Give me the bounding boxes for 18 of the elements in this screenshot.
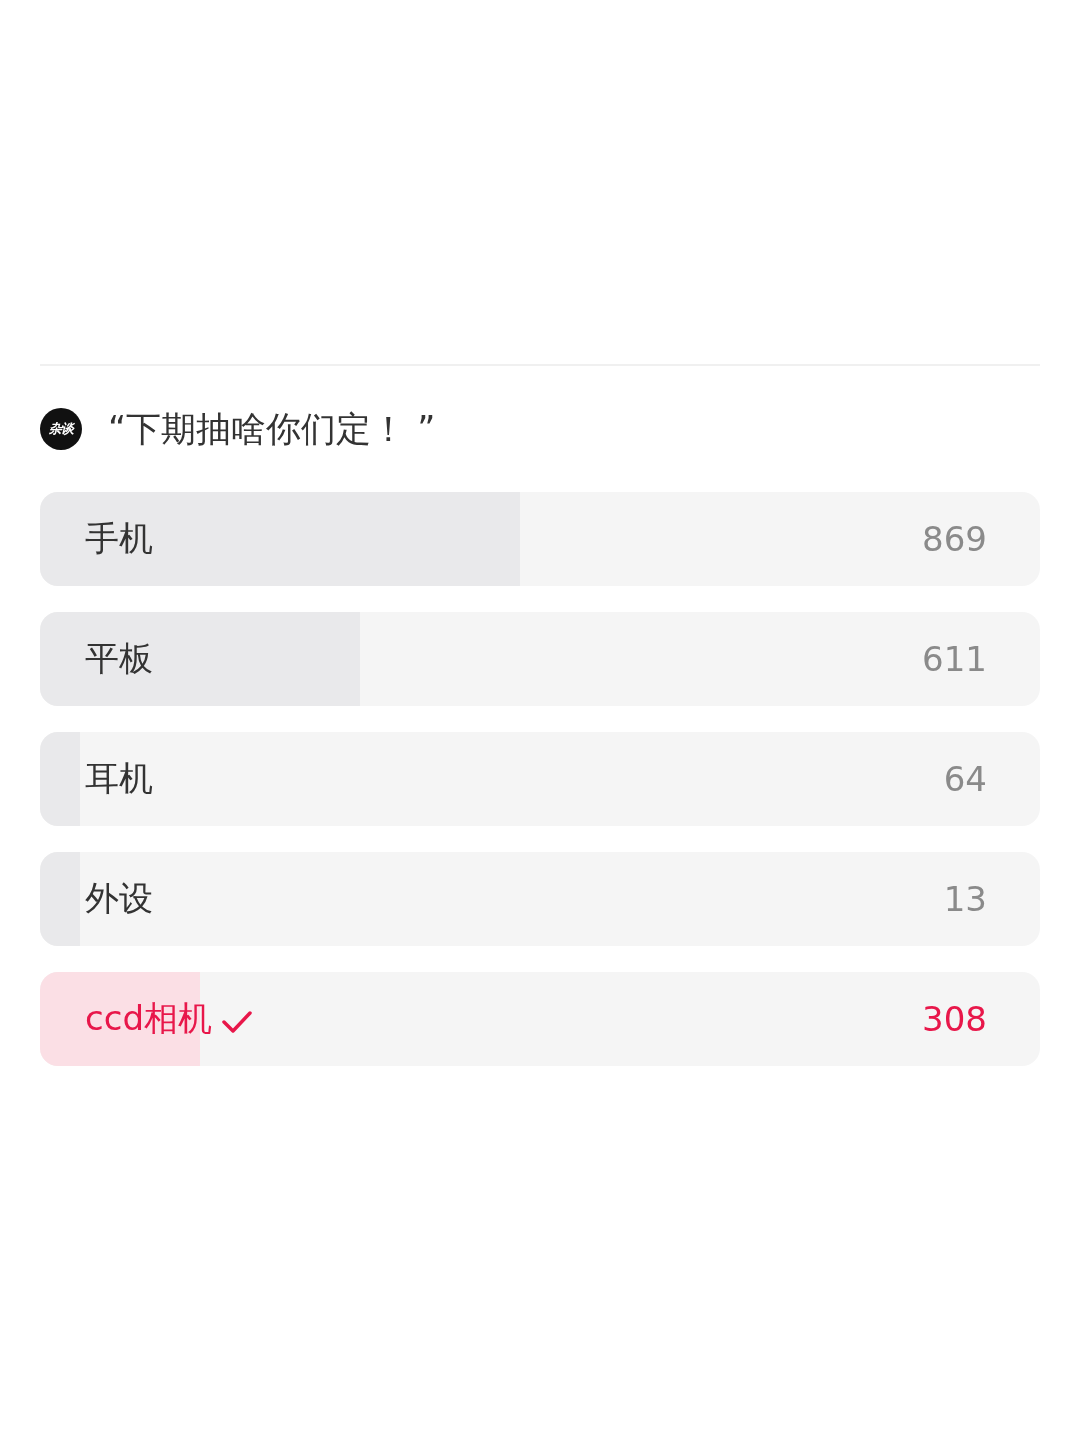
option-label: 耳机 bbox=[85, 757, 153, 800]
vote-count: 611 bbox=[922, 639, 987, 679]
check-icon bbox=[221, 1010, 252, 1034]
poll-option[interactable]: ccd相机 308 bbox=[40, 972, 1040, 1066]
poll-option[interactable]: 外设 13 bbox=[40, 852, 1040, 946]
vote-count: 13 bbox=[943, 879, 987, 919]
poll-option[interactable]: 耳机 64 bbox=[40, 732, 1040, 826]
option-label: 外设 bbox=[85, 877, 153, 920]
poll-title: “下期抽啥你们定！ ” bbox=[108, 408, 436, 451]
vote-count: 869 bbox=[922, 519, 987, 559]
option-label: 平板 bbox=[85, 637, 153, 680]
topic-badge: 杂谈 bbox=[40, 408, 82, 450]
poll-option[interactable]: 手机 869 bbox=[40, 492, 1040, 586]
vote-count: 64 bbox=[943, 759, 987, 799]
vote-count: 308 bbox=[922, 999, 987, 1039]
option-label: 手机 bbox=[85, 517, 153, 560]
option-label: ccd相机 bbox=[85, 997, 212, 1040]
poll-option[interactable]: 平板 611 bbox=[40, 612, 1040, 706]
